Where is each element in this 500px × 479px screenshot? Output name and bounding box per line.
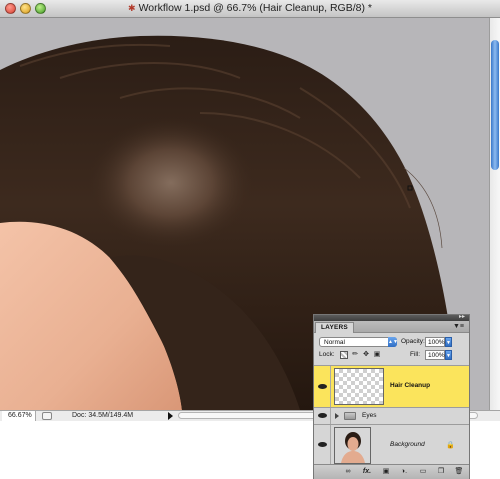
collapse-panel-icon[interactable]: ▸▸	[459, 314, 465, 321]
title-bar[interactable]: ✱ Workflow 1.psd @ 66.7% (Hair Cleanup, R…	[0, 0, 500, 18]
opacity-label: Opacity:	[401, 338, 425, 345]
vertical-scroll-thumb[interactable]	[491, 40, 499, 170]
adjustment-layer-icon[interactable]: ◑.	[398, 467, 410, 476]
link-layers-icon[interactable]: ∞	[342, 467, 354, 476]
layer-name[interactable]: Hair Cleanup	[390, 381, 430, 391]
opacity-field[interactable]: 100%	[425, 337, 445, 347]
eye-icon	[318, 442, 327, 447]
status-menu-arrow-icon[interactable]	[168, 412, 173, 420]
status-options-button[interactable]	[42, 412, 52, 420]
document-modified-icon: ✱	[128, 3, 136, 13]
blend-mode-value: Normal	[324, 339, 345, 346]
lock-transparent-icon[interactable]	[340, 351, 348, 359]
new-layer-icon[interactable]: ❐	[435, 467, 447, 476]
lock-icon: 🔒	[446, 442, 455, 449]
background-thumbnail	[334, 427, 371, 464]
add-mask-icon[interactable]: ▣	[380, 467, 392, 476]
tab-layers[interactable]: LAYERS	[315, 322, 354, 333]
window-title-text: Workflow 1.psd @ 66.7% (Hair Cleanup, RG…	[138, 2, 372, 14]
fill-field[interactable]: 100%	[425, 350, 445, 360]
eye-icon	[318, 384, 327, 389]
lock-position-move-icon[interactable]: ✥	[362, 351, 370, 359]
fx-icon[interactable]: fx.	[361, 467, 373, 476]
layer-name[interactable]: Background	[390, 440, 425, 450]
fill-label: Fill:	[410, 351, 421, 358]
doc-size-info: Doc: 34.5M/149.4M	[72, 412, 134, 419]
blend-mode-select[interactable]: Normal ▲▼	[319, 337, 398, 347]
visibility-toggle[interactable]	[314, 408, 331, 424]
opacity-slider-toggle-icon[interactable]: ▼	[445, 337, 452, 347]
eye-icon	[318, 413, 327, 418]
panel-menu-icon[interactable]: ▼≡	[453, 322, 464, 331]
new-group-icon[interactable]: ▭	[417, 467, 429, 476]
layer-row-background[interactable]: Background 🔒	[314, 424, 469, 464]
layer-thumbnail	[334, 368, 384, 405]
layer-name[interactable]: Eyes	[362, 411, 376, 421]
window-title: ✱ Workflow 1.psd @ 66.7% (Hair Cleanup, R…	[0, 2, 500, 14]
expand-group-triangle-icon[interactable]	[335, 413, 339, 419]
lock-label: Lock:	[319, 351, 335, 358]
visibility-toggle[interactable]	[314, 425, 331, 464]
layer-row-hair-cleanup[interactable]: Hair Cleanup	[314, 365, 469, 407]
delete-layer-icon[interactable]: 🗑	[453, 467, 465, 476]
folder-icon	[344, 412, 356, 420]
zoom-level-field[interactable]: 66.67%	[2, 411, 36, 421]
visibility-toggle[interactable]	[314, 366, 331, 407]
panel-footer: ∞ fx. ▣ ◑. ▭ ❐ 🗑	[314, 464, 469, 479]
panel-tab-bar: LAYERS ▼≡	[314, 321, 469, 333]
fill-slider-toggle-icon[interactable]: ▼	[445, 350, 452, 360]
vertical-scrollbar[interactable]	[489, 18, 500, 410]
portrait-thumbnail-image	[335, 428, 370, 463]
layers-panel: ▸▸ LAYERS ▼≡ Normal ▲▼ Opacity: 100% ▼ L…	[313, 314, 470, 479]
chevron-updown-icon: ▲▼	[388, 337, 398, 347]
layer-row-eyes[interactable]: Eyes	[314, 407, 469, 424]
lock-all-icon[interactable]: ▣	[373, 351, 381, 359]
lock-image-brush-icon[interactable]: ✏	[351, 351, 359, 359]
